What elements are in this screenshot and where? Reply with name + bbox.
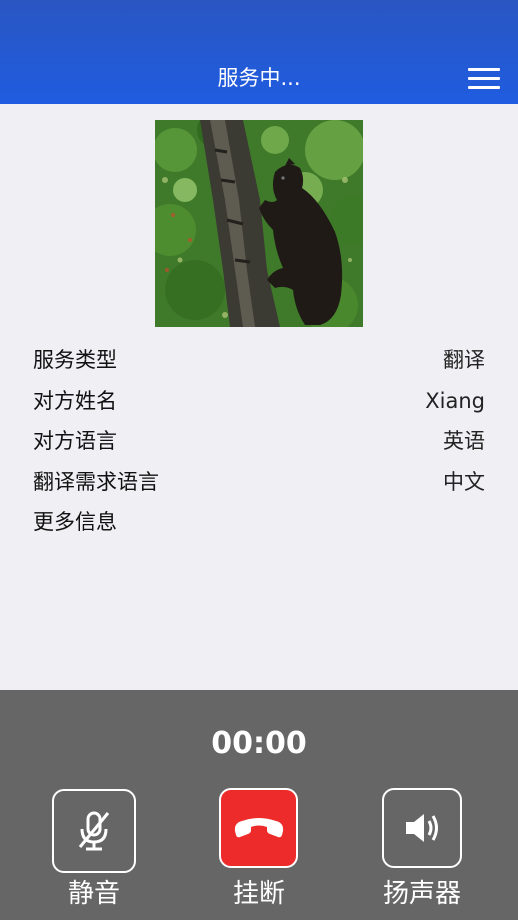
hangup-button[interactable] xyxy=(219,788,298,868)
info-row-partner-name: 对方姓名 Xiang xyxy=(33,385,485,417)
mute-label: 静音 xyxy=(67,879,120,909)
partner-language-value: 英语 xyxy=(443,429,485,453)
mic-off-icon xyxy=(78,811,110,851)
menu-icon[interactable] xyxy=(468,68,500,90)
speaker-icon xyxy=(406,814,438,842)
hangup-label: 挂断 xyxy=(232,879,285,909)
partner-language-label: 对方语言 xyxy=(33,429,117,453)
partner-name-value: Xiang xyxy=(425,389,485,413)
info-row-target-language: 翻译需求语言 中文 xyxy=(33,466,485,498)
speaker-button[interactable] xyxy=(382,788,462,868)
service-type-value: 翻译 xyxy=(443,348,485,372)
info-row-more-info[interactable]: 更多信息 xyxy=(33,506,485,538)
phone-hangup-icon xyxy=(234,818,283,838)
more-info-label: 更多信息 xyxy=(33,510,117,534)
avatar-photo xyxy=(155,120,363,327)
target-language-label: 翻译需求语言 xyxy=(33,470,159,494)
target-language-value: 中文 xyxy=(443,470,485,494)
speaker-label: 扬声器 xyxy=(382,879,461,909)
top-bar: 服务中... xyxy=(0,0,518,104)
service-type-label: 服务类型 xyxy=(33,348,117,372)
call-timer: 00:00 xyxy=(211,726,307,761)
mute-button[interactable] xyxy=(52,789,136,873)
partner-name-label: 对方姓名 xyxy=(33,389,117,413)
info-row-service-type: 服务类型 翻译 xyxy=(33,344,485,376)
page-title: 服务中... xyxy=(217,66,301,90)
info-row-partner-language: 对方语言 英语 xyxy=(33,425,485,457)
